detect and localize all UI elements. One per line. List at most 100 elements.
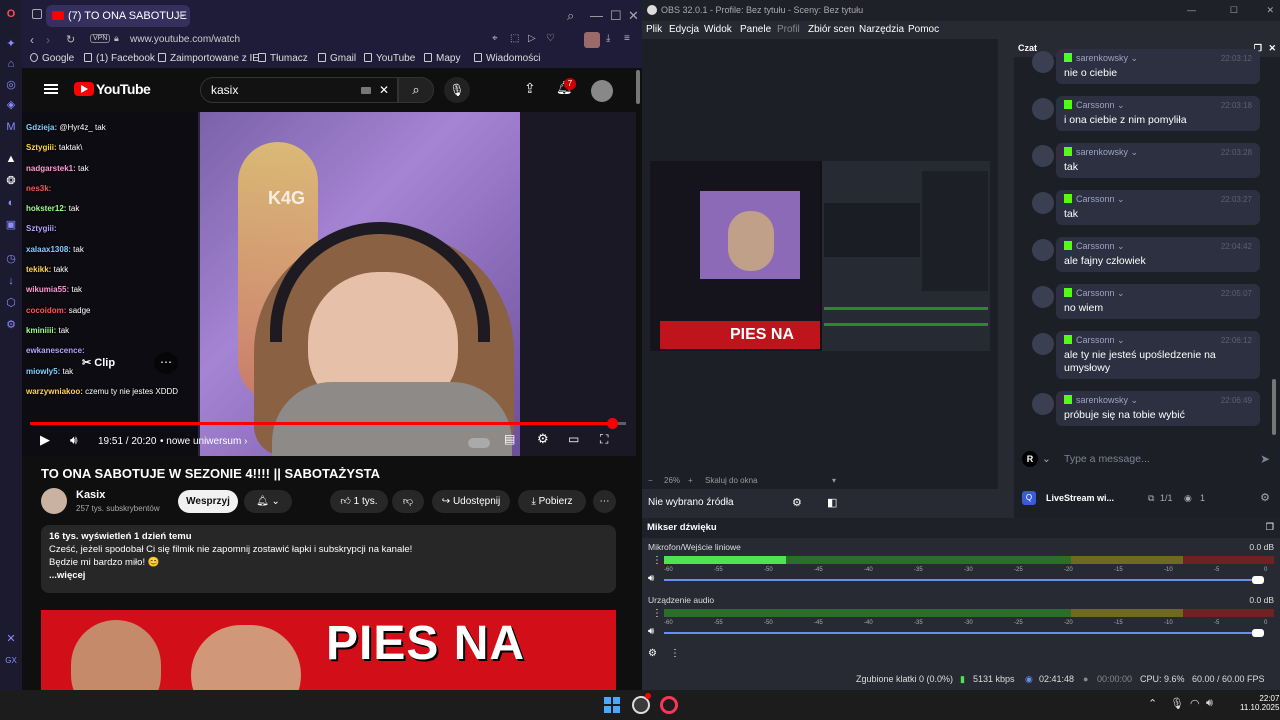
bookmark-item[interactable]: Zaimportowane z IE [158,53,259,64]
heart-icon[interactable]: ♡ [546,33,555,44]
obs-maximize-button[interactable]: ☐ [1230,0,1238,21]
channel-avatar[interactable] [41,488,67,514]
advanced-audio-icon[interactable]: ⚙ [648,648,657,659]
show-more-link[interactable]: ...więcej [49,569,608,582]
chatgpt-icon[interactable]: ❂ [4,174,18,188]
source-filters-icon[interactable]: ◧ [827,489,837,517]
theater-mode-icon[interactable]: ▭ [568,432,579,446]
chat-message[interactable]: Carssonn ⌄ ale ty nie jesteś upośledzenie… [1056,331,1260,379]
speaker-icon[interactable]: 🔊︎ [1206,697,1213,710]
home-icon[interactable]: ⌂ [4,57,18,71]
clear-search-icon[interactable]: ✕ [379,78,389,102]
chat-message[interactable]: Carssonn ⌄ no wiem 22:05:07 [1056,284,1260,319]
mute-speaker-icon[interactable]: 🔊︎ [648,573,654,584]
menu-edit[interactable]: Edycja [669,21,699,39]
twitch-icon[interactable]: ▣ [4,218,18,232]
social-icon[interactable]: ◈ [4,98,18,112]
chat-message[interactable]: sarenkowsky ⌄ nie o ciebie 22:03:12 [1056,49,1260,84]
settings-gear-icon[interactable]: ⚙ [537,431,549,447]
opera-gx-taskbar-icon[interactable] [660,696,678,714]
autoplay-toggle[interactable] [468,438,490,448]
channel-menu-icon[interactable]: ⋮ [652,608,662,619]
chat-user-avatar[interactable] [1032,98,1054,120]
close-button[interactable]: ✕ [628,8,639,24]
subtitles-icon[interactable]: ▤ [504,432,515,446]
maximize-button[interactable]: ☐ [610,8,622,24]
discord-icon[interactable]: ◐ [4,196,18,210]
chat-close-icon[interactable]: ✕ [1268,39,1276,57]
downloads-icon[interactable]: ↓ [4,274,18,288]
scale-mode-select[interactable]: Skaluj do okna [705,472,757,489]
keyboard-icon[interactable] [361,87,371,94]
menu-help[interactable]: Pomoc [908,21,939,39]
mixer-float-icon[interactable]: ❐ [1265,518,1274,538]
tab-youtube[interactable]: (7) TO ONA SABOTUJE W [46,5,190,27]
messenger-icon[interactable]: M [4,120,18,134]
channel-menu-icon[interactable]: ⋮ [652,555,662,566]
back-icon[interactable]: ‹ [30,33,34,47]
scale-dropdown-icon[interactable]: ▾ [832,472,836,489]
fullscreen-icon[interactable]: ⛶ [600,432,608,447]
mic-icon[interactable]: 🎙︎ [444,77,470,103]
chapter-button[interactable]: • nowe uniwersum › [160,436,247,447]
opera-logo-icon[interactable]: O [4,7,18,21]
clock[interactable]: 22:07 11.10.2025 [1240,694,1279,712]
more-options-icon[interactable]: ⋯ [154,352,178,374]
obs-minimize-button[interactable]: — [1187,0,1196,21]
like-button[interactable]: 👍︎ 1 tys. [330,490,388,513]
page-scrollbar[interactable] [636,70,640,104]
aria-icon[interactable]: ✦ [4,37,18,51]
search-input[interactable]: kasix ✕ [200,77,398,103]
chat-user-avatar[interactable] [1032,239,1054,261]
settings-icon[interactable]: ⚙ [4,318,18,332]
menu-view[interactable]: Widok [704,21,732,39]
bookmark-item[interactable]: Google [30,53,74,64]
pin-icon[interactable]: ✕ [4,632,18,646]
user-avatar[interactable] [591,80,613,102]
forward-icon[interactable]: › [46,33,50,47]
player-icon[interactable]: ▷ [528,33,536,44]
mixer-menu-icon[interactable]: ⋮ [670,648,680,659]
tabs-menu-icon[interactable] [32,9,42,19]
channel-name[interactable]: Kasix [76,489,105,501]
chat-user-avatar[interactable] [1032,286,1054,308]
hamburger-menu-icon[interactable] [44,84,58,94]
zoom-out-icon[interactable]: − [648,472,653,489]
obs-close-button[interactable]: ✕ [1266,0,1274,21]
dislike-button[interactable]: 👎︎ [392,490,424,513]
volume-slider[interactable] [664,576,1264,584]
download-button[interactable]: ⤓ Pobierz [518,490,586,513]
bookmark-item[interactable]: (1) Facebook [84,53,155,64]
clip-button[interactable]: ✂ Clip [82,356,115,369]
search-button[interactable]: ⌕ [398,77,434,103]
bookmark-item[interactable]: Gmail [318,53,356,64]
youtube-logo-icon[interactable] [74,82,94,96]
chat-account-dropdown-icon[interactable]: ⌄ [1042,444,1051,474]
progress-handle[interactable] [606,418,618,429]
download-icon[interactable]: ⤓ [606,33,610,44]
send-icon[interactable]: ➤ [1260,444,1270,474]
more-actions-button[interactable]: ⋯ [593,490,616,513]
bookmark-item[interactable]: YouTube [364,53,415,64]
menu-tools[interactable]: Narzędzia [859,21,904,39]
chat-message[interactable]: Carssonn ⌄ i ona ciebie z nim pomyliła 22:… [1056,96,1260,131]
chat-message[interactable]: sarenkowsky ⌄ próbuje się na tobie wybić 2… [1056,391,1260,426]
subscribed-bell-button[interactable]: 🔔︎ ⌄ [244,490,292,513]
volume-slider[interactable] [664,629,1264,637]
youtube-wordmark[interactable]: YouTube [96,81,151,97]
url-field[interactable]: www.youtube.com/watch [130,34,240,45]
bookmark-item[interactable]: Mapy [424,53,460,64]
menu-docks[interactable]: Panele [740,21,771,39]
volume-slider-knob[interactable] [1252,629,1264,637]
menu-file[interactable]: Plik [646,21,662,39]
stream-settings-icon[interactable]: ⚙ [1260,484,1270,512]
profile-avatar[interactable] [584,32,600,48]
kick-icon[interactable]: ▲ [4,152,18,166]
chat-message[interactable]: sarenkowsky ⌄ tak 22:03:28 [1056,143,1260,178]
gx-icon[interactable]: GX [4,654,18,668]
description-box[interactable]: 16 tys. wyświetleń 1 dzień temu Cześć, j… [41,525,616,593]
chat-message[interactable]: Carssonn ⌄ ale fajny człowiek 22:04:42 [1056,237,1260,272]
bookmark-icon[interactable]: ⌖ [492,33,498,44]
recommended-thumbnail[interactable]: PIES NA [41,610,616,690]
menu-profile[interactable]: Profil [777,21,800,39]
